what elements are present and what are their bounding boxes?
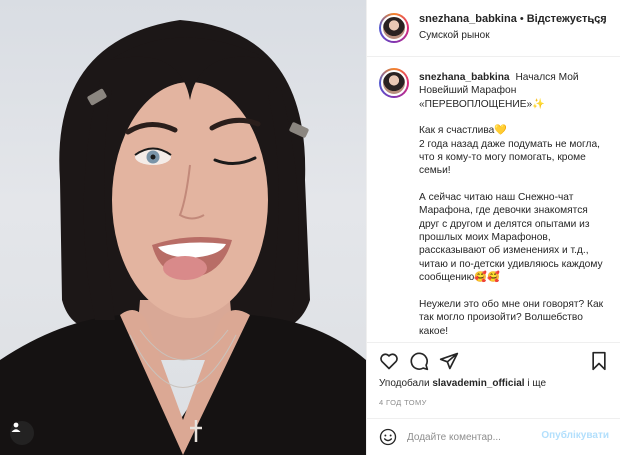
caption-paragraph: Неужели это обо мне они говорят? Как так… — [419, 298, 604, 337]
location-link[interactable]: Сумской рынок — [419, 30, 490, 41]
likes-summary: Уподобали slavademin_official і ще — [379, 378, 546, 389]
comment-icon[interactable] — [409, 351, 429, 371]
comment-bar: Опублікувати — [367, 418, 620, 455]
author-avatar[interactable] — [379, 13, 409, 43]
post-timestamp[interactable]: 4 год тому — [379, 398, 427, 407]
post-photo[interactable] — [0, 0, 366, 455]
portrait-illustration — [0, 20, 366, 455]
post-caption: snezhana_babkina Начался Мой Новейший Ма… — [419, 71, 609, 342]
publish-comment-button[interactable]: Опублікувати — [541, 430, 609, 441]
liker-username[interactable]: slavademin_official — [432, 378, 524, 389]
action-bar — [367, 342, 620, 378]
person-tag-icon — [11, 422, 21, 432]
bookmark-icon[interactable] — [589, 351, 609, 371]
comments-scroll-area[interactable]: snezhana_babkina Начался Мой Новейший Ма… — [367, 58, 620, 342]
likes-suffix[interactable]: і ще — [527, 378, 546, 389]
more-options-button[interactable]: ··· — [591, 14, 608, 30]
likes-prefix: Уподобали — [379, 378, 430, 389]
author-line: snezhana_babkina • Відстежується — [419, 13, 607, 25]
author-username[interactable]: snezhana_babkina — [419, 13, 517, 25]
tag-people-button[interactable] — [10, 421, 34, 445]
heart-icon[interactable] — [379, 351, 399, 371]
caption-paragraph: А сейчас читаю наш Снежно-чат Марафона, … — [419, 191, 603, 284]
smiley-icon[interactable] — [379, 428, 397, 446]
caption-username[interactable]: snezhana_babkina — [419, 72, 510, 83]
caption-paragraph: snezhana_babkina Начался Мой Новейший Ма… — [419, 71, 609, 111]
post-side-panel: snezhana_babkina • Відстежується Сумской р… — [366, 0, 620, 455]
caption-avatar[interactable] — [379, 68, 409, 98]
post-header: snezhana_babkina • Відстежується Сумской р… — [367, 0, 620, 57]
comment-input[interactable] — [407, 428, 547, 446]
paper-plane-icon[interactable] — [439, 351, 459, 371]
caption-paragraph: Как я счастлива💛 2 года назад даже подум… — [419, 125, 600, 177]
separator-dot: • — [519, 13, 524, 25]
